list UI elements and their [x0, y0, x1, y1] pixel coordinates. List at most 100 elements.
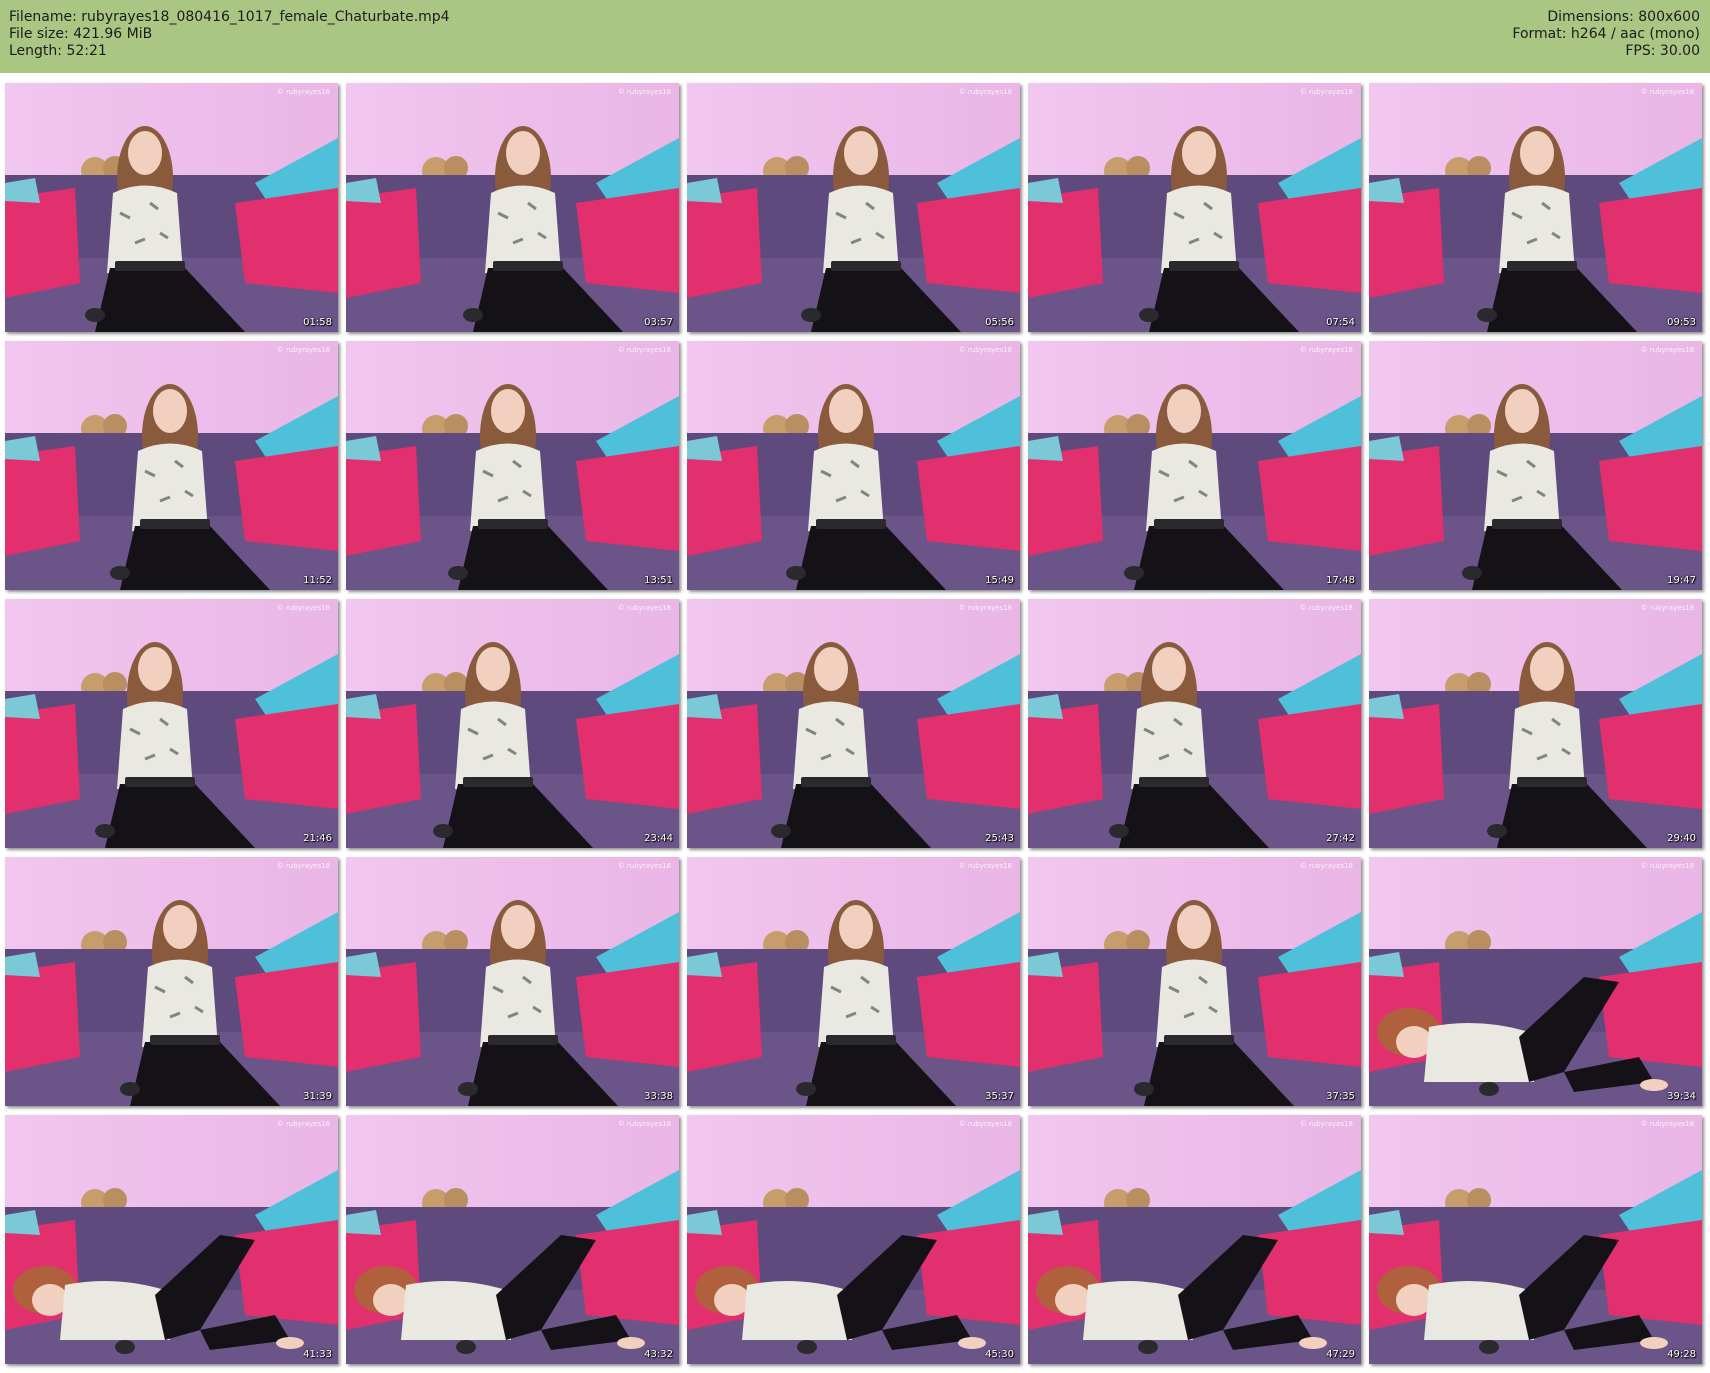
- timestamp-label: 01:58: [303, 317, 332, 328]
- watermark: © rubyrayes18: [276, 88, 330, 96]
- timestamp-label: 39:34: [1667, 1091, 1696, 1102]
- video-thumbnail[interactable]: © rubyrayes18 27:42: [1028, 599, 1361, 848]
- watermark: © rubyrayes18: [617, 346, 671, 354]
- frame-image: [5, 1115, 338, 1364]
- video-thumbnail[interactable]: © rubyrayes18 01:58: [5, 83, 338, 332]
- watermark: © rubyrayes18: [958, 88, 1012, 96]
- watermark: © rubyrayes18: [617, 604, 671, 612]
- video-thumbnail[interactable]: © rubyrayes18 43:32: [346, 1115, 679, 1364]
- video-thumbnail[interactable]: © rubyrayes18 09:53: [1369, 83, 1702, 332]
- watermark: © rubyrayes18: [1640, 1120, 1694, 1128]
- watermark: © rubyrayes18: [958, 346, 1012, 354]
- timestamp-label: 41:33: [303, 1349, 332, 1360]
- video-thumbnail[interactable]: © rubyrayes18 23:44: [346, 599, 679, 848]
- video-thumbnail[interactable]: © rubyrayes18 35:37: [687, 857, 1020, 1106]
- video-thumbnail[interactable]: © rubyrayes18 05:56: [687, 83, 1020, 332]
- timestamp-label: 37:35: [1326, 1091, 1355, 1102]
- frame-image: [1028, 83, 1361, 332]
- video-thumbnail[interactable]: © rubyrayes18 41:33: [5, 1115, 338, 1364]
- timestamp-label: 13:51: [644, 575, 673, 586]
- frame-image: [5, 857, 338, 1106]
- video-thumbnail[interactable]: © rubyrayes18 19:47: [1369, 341, 1702, 590]
- timestamp-label: 03:57: [644, 317, 673, 328]
- dimensions-text: Dimensions: 800x600: [1547, 9, 1700, 25]
- video-thumbnail[interactable]: © rubyrayes18 25:43: [687, 599, 1020, 848]
- watermark: © rubyrayes18: [617, 88, 671, 96]
- frame-image: [1028, 341, 1361, 590]
- watermark: © rubyrayes18: [1640, 862, 1694, 870]
- timestamp-label: 21:46: [303, 833, 332, 844]
- timestamp-label: 17:48: [1326, 575, 1355, 586]
- timestamp-label: 49:28: [1667, 1349, 1696, 1360]
- frame-image: [1369, 341, 1702, 590]
- video-thumbnail[interactable]: © rubyrayes18 15:49: [687, 341, 1020, 590]
- video-thumbnail[interactable]: © rubyrayes18 49:28: [1369, 1115, 1702, 1364]
- watermark: © rubyrayes18: [276, 1120, 330, 1128]
- timestamp-label: 09:53: [1667, 317, 1696, 328]
- frame-image: [1369, 857, 1702, 1106]
- frame-image: [1028, 857, 1361, 1106]
- timestamp-label: 31:39: [303, 1091, 332, 1102]
- video-thumbnail[interactable]: © rubyrayes18 29:40: [1369, 599, 1702, 848]
- file-info: Filename: rubyrayes18_080416_1017_female…: [9, 9, 450, 60]
- watermark: © rubyrayes18: [958, 862, 1012, 870]
- frame-image: [687, 1115, 1020, 1364]
- timestamp-label: 19:47: [1667, 575, 1696, 586]
- timestamp-label: 07:54: [1326, 317, 1355, 328]
- filesize-text: File size: 421.96 MiB: [9, 26, 153, 42]
- frame-image: [687, 83, 1020, 332]
- watermark: © rubyrayes18: [1299, 1120, 1353, 1128]
- timestamp-label: 11:52: [303, 575, 332, 586]
- timestamp-label: 33:38: [644, 1091, 673, 1102]
- frame-image: [1369, 1115, 1702, 1364]
- timestamp-label: 47:29: [1326, 1349, 1355, 1360]
- watermark: © rubyrayes18: [617, 1120, 671, 1128]
- frame-image: [5, 599, 338, 848]
- frame-image: [1369, 83, 1702, 332]
- watermark: © rubyrayes18: [276, 346, 330, 354]
- timestamp-label: 27:42: [1326, 833, 1355, 844]
- video-thumbnail[interactable]: © rubyrayes18 07:54: [1028, 83, 1361, 332]
- timestamp-label: 45:30: [985, 1349, 1014, 1360]
- frame-image: [346, 599, 679, 848]
- frame-image: [346, 857, 679, 1106]
- watermark: © rubyrayes18: [958, 1120, 1012, 1128]
- frame-image: [1028, 1115, 1361, 1364]
- video-thumbnail[interactable]: © rubyrayes18 33:38: [346, 857, 679, 1106]
- video-thumbnail[interactable]: © rubyrayes18 45:30: [687, 1115, 1020, 1364]
- watermark: © rubyrayes18: [1640, 88, 1694, 96]
- timestamp-label: 15:49: [985, 575, 1014, 586]
- video-thumbnail[interactable]: © rubyrayes18 13:51: [346, 341, 679, 590]
- frame-image: [346, 83, 679, 332]
- watermark: © rubyrayes18: [276, 862, 330, 870]
- filename-text: Filename: rubyrayes18_080416_1017_female…: [9, 9, 450, 25]
- video-thumbnail[interactable]: © rubyrayes18 03:57: [346, 83, 679, 332]
- thumbnail-grid: © rubyrayes18 01:58 © rubyrayes18 03:57 …: [0, 73, 1710, 1373]
- video-thumbnail[interactable]: © rubyrayes18 39:34: [1369, 857, 1702, 1106]
- video-thumbnail[interactable]: © rubyrayes18 11:52: [5, 341, 338, 590]
- watermark: © rubyrayes18: [1299, 604, 1353, 612]
- format-text: Format: h264 / aac (mono): [1512, 26, 1700, 42]
- watermark: © rubyrayes18: [617, 862, 671, 870]
- watermark: © rubyrayes18: [1640, 346, 1694, 354]
- info-header: Filename: rubyrayes18_080416_1017_female…: [0, 0, 1710, 73]
- frame-image: [5, 83, 338, 332]
- fps-text: FPS: 30.00: [1625, 43, 1700, 59]
- frame-image: [1028, 599, 1361, 848]
- watermark: © rubyrayes18: [1640, 604, 1694, 612]
- timestamp-label: 35:37: [985, 1091, 1014, 1102]
- frame-image: [687, 857, 1020, 1106]
- video-thumbnail[interactable]: © rubyrayes18 37:35: [1028, 857, 1361, 1106]
- timestamp-label: 25:43: [985, 833, 1014, 844]
- timestamp-label: 23:44: [644, 833, 673, 844]
- frame-image: [346, 1115, 679, 1364]
- timestamp-label: 05:56: [985, 317, 1014, 328]
- video-thumbnail[interactable]: © rubyrayes18 17:48: [1028, 341, 1361, 590]
- video-thumbnail[interactable]: © rubyrayes18 21:46: [5, 599, 338, 848]
- video-thumbnail[interactable]: © rubyrayes18 47:29: [1028, 1115, 1361, 1364]
- frame-image: [1369, 599, 1702, 848]
- frame-image: [687, 341, 1020, 590]
- timestamp-label: 29:40: [1667, 833, 1696, 844]
- watermark: © rubyrayes18: [276, 604, 330, 612]
- video-thumbnail[interactable]: © rubyrayes18 31:39: [5, 857, 338, 1106]
